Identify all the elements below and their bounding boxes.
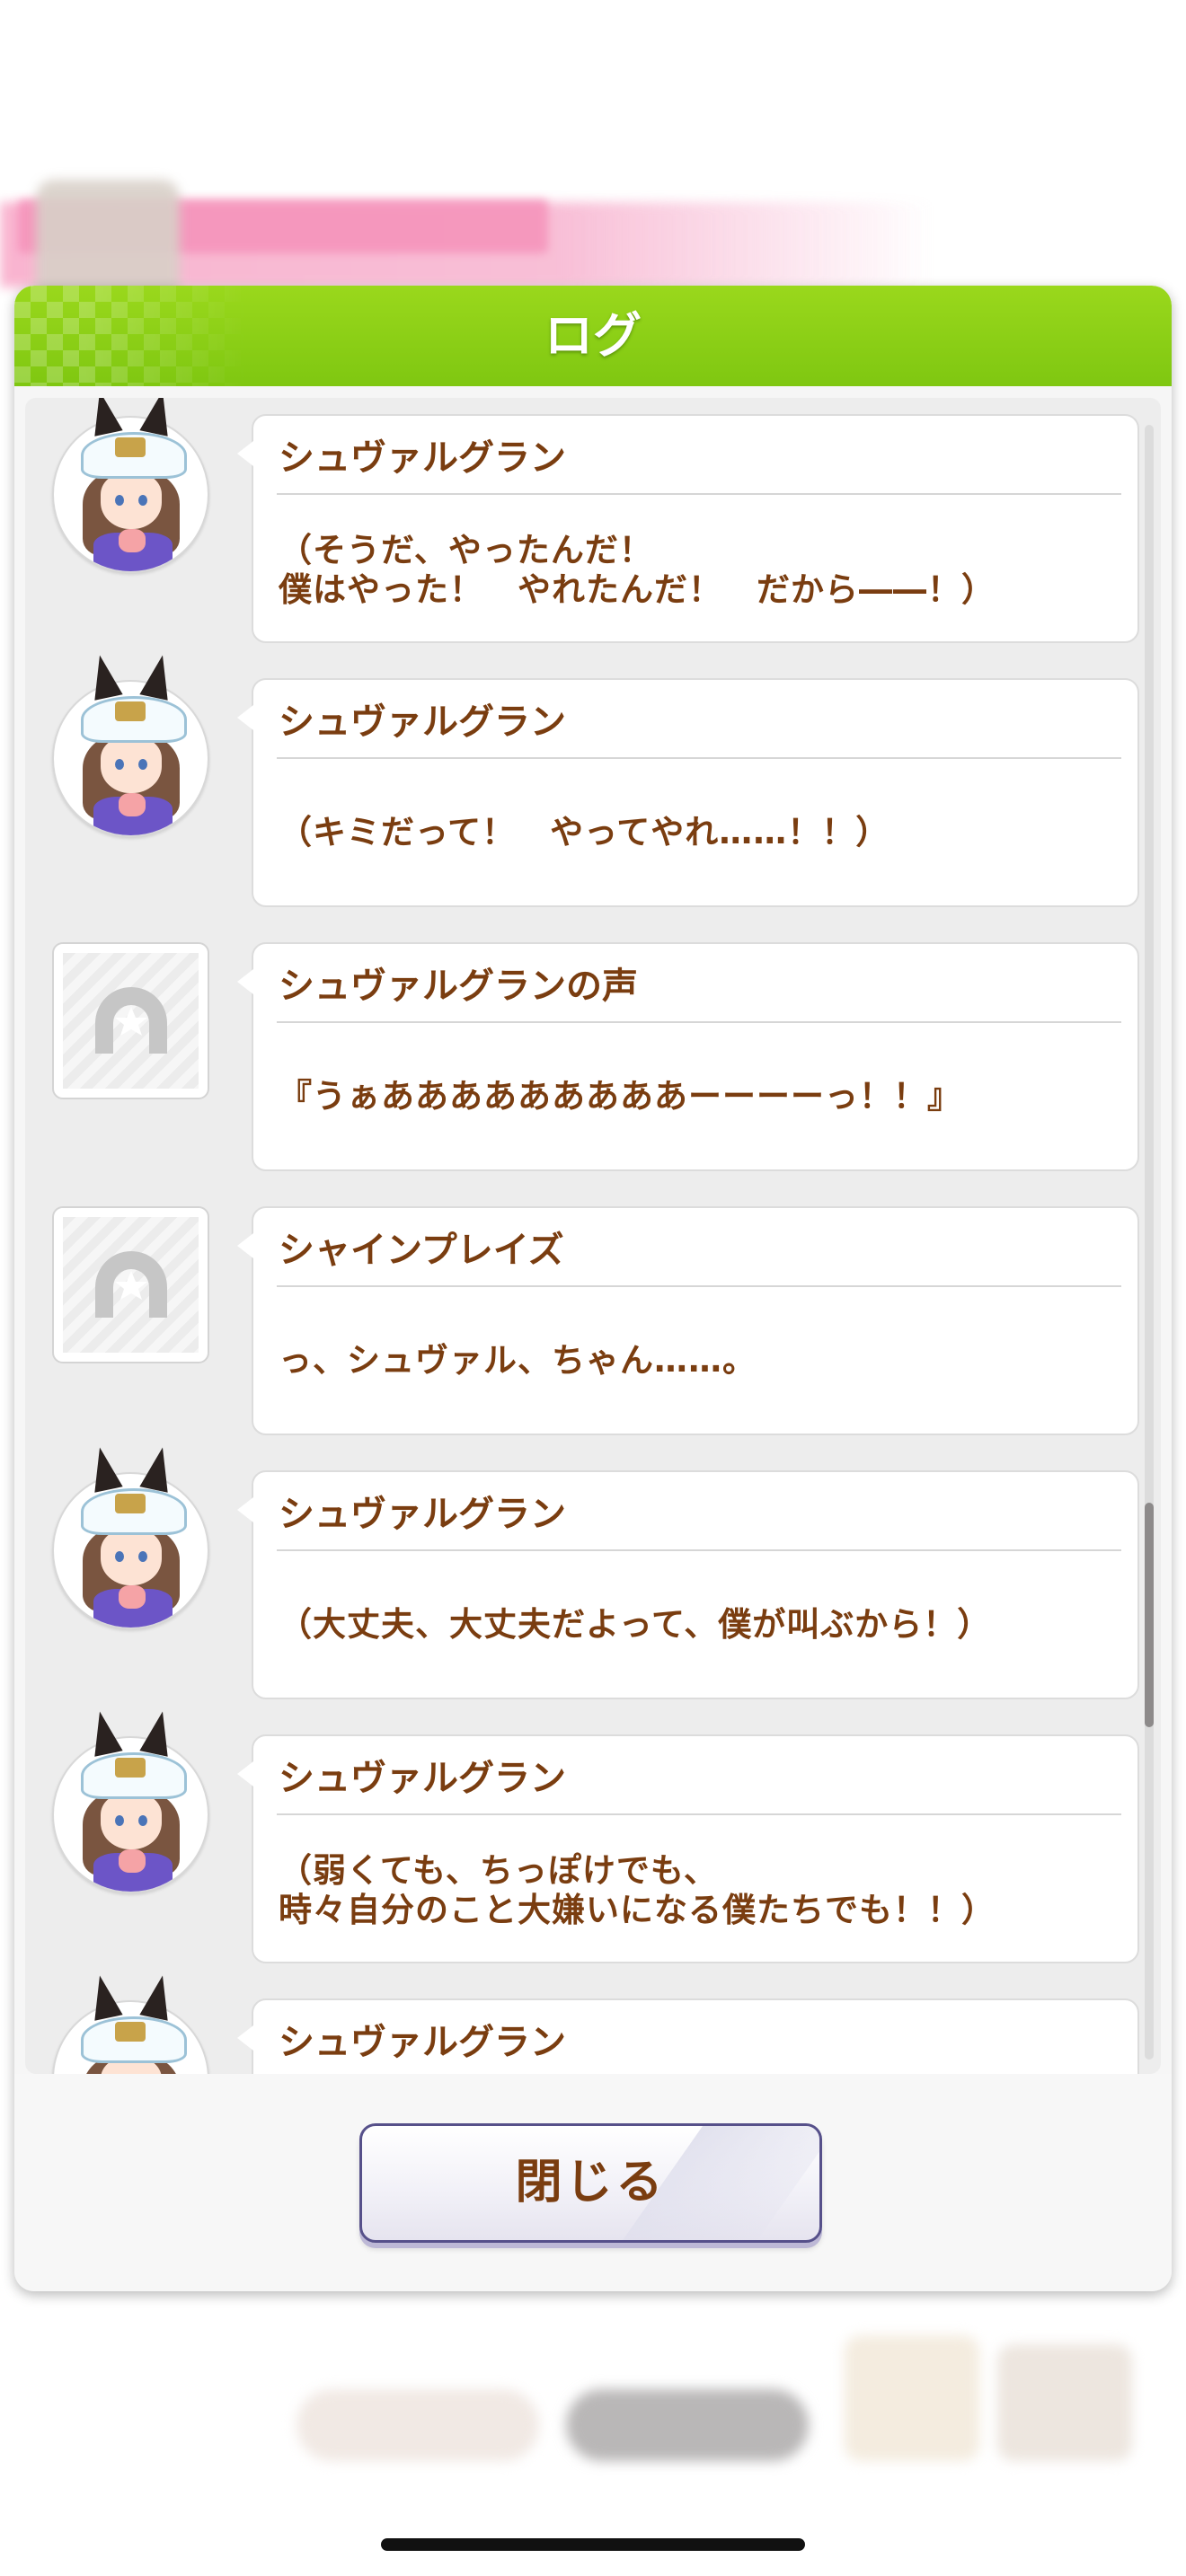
message-bubble: シャインプレイズっ、シュヴァル、ちゃん……。 <box>237 1206 1139 1435</box>
character-avatar <box>52 652 209 837</box>
log-entry: シュヴァルグラン （弱くても、ちっぽけでも、 時々自分のこと大嫌いになる僕たちでも… <box>25 1708 1139 1963</box>
bubble-tail <box>237 2025 253 2051</box>
avatar-face <box>101 737 162 793</box>
dialog-footer: 閉じる <box>14 2074 1172 2291</box>
menu-icon-blurred <box>997 2344 1132 2461</box>
message-bubble: シュヴァルグラン （大丈夫、大丈夫だよって、僕が叫ぶから！） <box>237 1470 1139 1699</box>
cap-badge-icon <box>115 437 146 457</box>
bubble-tail <box>237 1761 253 1786</box>
message-bubble: シュヴァルグラン <box>237 1998 1139 2074</box>
background-controls <box>296 2335 1141 2470</box>
avatar-eye <box>115 1551 124 1562</box>
speaker-divider <box>277 1021 1121 1023</box>
avatar-scarf <box>119 793 146 816</box>
log-entry: シャインプレイズっ、シュヴァル、ちゃん……。 <box>25 1190 1139 1435</box>
dialogue-text: っ、シュヴァル、ちゃん……。 <box>279 1341 757 1380</box>
character-avatar <box>52 398 209 573</box>
cap-badge-icon <box>115 1494 146 1513</box>
cap-badge-icon <box>115 701 146 721</box>
speaker-divider <box>277 1813 1121 1815</box>
avatar-face <box>101 1794 162 1849</box>
log-entry: シュヴァルグラン <box>25 1972 1139 2074</box>
cap-badge-icon <box>115 1758 146 1778</box>
log-entry: シュヴァルグラン （そうだ、やったんだ！ 僕はやった！ やれたんだ！ だから――！… <box>25 398 1139 643</box>
avatar-eye <box>115 495 124 506</box>
speaker-divider <box>277 1549 1121 1551</box>
log-entry: シュヴァルグラン （キミだって！ やってやれ……！！） <box>25 652 1139 907</box>
character-avatar <box>52 1708 209 1893</box>
log-list[interactable]: シュヴァルグラン （そうだ、やったんだ！ 僕はやった！ やれたんだ！ だから――！… <box>25 398 1161 2074</box>
speaker-divider <box>277 493 1121 495</box>
bubble-tail <box>237 1233 253 1258</box>
avatar-eye <box>115 1815 124 1826</box>
bubble-tail <box>237 1497 253 1522</box>
avatar-eye <box>115 759 124 770</box>
message-bubble: シュヴァルグラン （そうだ、やったんだ！ 僕はやった！ やれたんだ！ だから――！… <box>237 414 1139 643</box>
avatar-scarf <box>119 1849 146 1873</box>
dialogue-text: （弱くても、ちっぽけでも、 時々自分のこと大嫌いになる僕たちでも！！） <box>279 1851 996 1929</box>
dialogue-text: （そうだ、やったんだ！ 僕はやった！ やれたんだ！ だから――！） <box>279 531 996 609</box>
dialog-title: ログ <box>544 307 642 364</box>
scrollbar-thumb[interactable] <box>1145 1503 1154 1727</box>
avatar-eye <box>138 1551 147 1562</box>
message-bubble: シュヴァルグラン （弱くても、ちっぽけでも、 時々自分のこと大嫌いになる僕たちでも… <box>237 1734 1139 1963</box>
dialog-header: ログ <box>14 286 1172 386</box>
auto-button-blurred <box>566 2389 809 2461</box>
avatar-frame <box>52 680 209 837</box>
avatar-face <box>101 1530 162 1585</box>
dialogue-text: （キミだって！ やってやれ……！！） <box>279 813 890 851</box>
skip-button-blurred <box>296 2389 539 2461</box>
speaker-name: シュヴァルグラン <box>279 1758 566 1799</box>
cap-badge-icon <box>115 2022 146 2042</box>
avatar-eye <box>138 759 147 770</box>
avatar-eye <box>138 1815 147 1826</box>
scrollbar[interactable] <box>1145 425 1154 2060</box>
log-icon-blurred <box>845 2335 979 2461</box>
message-bubble: シュヴァルグラン （キミだって！ やってやれ……！！） <box>237 678 1139 907</box>
avatar-scarf <box>119 529 146 552</box>
log-dialog: ログ シュヴァルグラン （そうだ、やったんだ！ 僕はやった！ やれたんだ！ だから… <box>14 286 1172 2291</box>
message-bubble: シュヴァルグランの声『うぁあああああああああーーーーっ！！』 <box>237 942 1139 1171</box>
bubble-tail <box>237 441 253 466</box>
avatar-scarf <box>119 1585 146 1609</box>
avatar-frame <box>52 2000 209 2074</box>
avatar-eye <box>138 495 147 506</box>
speaker-name: シュヴァルグラン <box>279 701 566 743</box>
speaker-name: シュヴァルグラン <box>279 1494 566 1535</box>
character-avatar <box>52 1444 209 1629</box>
avatar-frame <box>52 416 209 573</box>
avatar-frame <box>52 1472 209 1629</box>
horseshoe-icon <box>95 1251 167 1318</box>
dialogue-text: 『うぁあああああああああーーーーっ！！』 <box>279 1077 961 1116</box>
horseshoe-placeholder-icon <box>52 1206 209 1363</box>
close-button-label: 閉じる <box>515 2156 667 2210</box>
horseshoe-icon <box>95 987 167 1054</box>
avatar-frame <box>52 1736 209 1893</box>
speaker-divider <box>277 1285 1121 1287</box>
character-avatar <box>52 1972 209 2074</box>
speaker-name: シュヴァルグラン <box>279 437 566 479</box>
log-entry: シュヴァルグランの声『うぁあああああああああーーーーっ！！』 <box>25 926 1139 1171</box>
home-indicator[interactable] <box>381 2538 805 2551</box>
bubble-tail <box>237 705 253 730</box>
speaker-name: シュヴァルグラン <box>279 2022 566 2063</box>
speaker-divider <box>277 757 1121 759</box>
speaker-name: シュヴァルグランの声 <box>279 966 638 1007</box>
bubble-tail <box>237 969 253 994</box>
dialogue-text: （大丈夫、大丈夫だよって、僕が叫ぶから！） <box>279 1605 992 1644</box>
close-button[interactable]: 閉じる <box>359 2123 822 2243</box>
horseshoe-placeholder-icon <box>52 942 209 1099</box>
log-entry: シュヴァルグラン （大丈夫、大丈夫だよって、僕が叫ぶから！） <box>25 1444 1139 1699</box>
avatar-face <box>101 473 162 529</box>
speaker-name: シャインプレイズ <box>279 1230 564 1271</box>
